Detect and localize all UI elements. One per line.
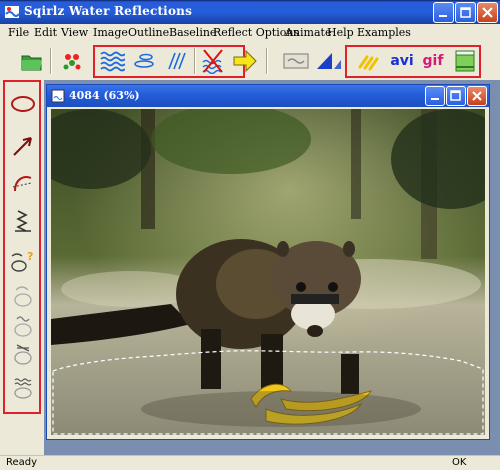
water-ripple-button[interactable] [97, 46, 127, 76]
menu-image[interactable]: Image [93, 26, 128, 39]
diagonal-lines-button[interactable] [161, 46, 191, 76]
panel-button[interactable] [450, 46, 480, 76]
image-document-window: 4084 (63%) [46, 84, 490, 440]
menu-view[interactable]: View [61, 26, 88, 39]
ripple-disabled-icon [14, 286, 32, 307]
doc-maximize-button[interactable] [446, 86, 466, 106]
perspective-button[interactable] [313, 46, 343, 76]
zigzag-tool-button[interactable] [9, 206, 37, 236]
doc-minimize-button[interactable] [425, 86, 445, 106]
ripple-dark-icon [14, 344, 32, 365]
yellow-wave-icon [358, 55, 379, 71]
ellipse-waves-icon [134, 53, 154, 68]
ellipse-waves-button[interactable] [130, 46, 160, 76]
ripple-question-icon: ? [11, 250, 33, 272]
document-title: 4084 (63%) [69, 89, 140, 102]
curve-tool-button[interactable] [9, 168, 37, 198]
ellipse-icon [11, 96, 35, 112]
ripple-gray-icon [14, 316, 32, 337]
ellipse-tool-button[interactable] [9, 89, 37, 119]
color-dots-button[interactable] [58, 46, 88, 76]
document-title-bar: 4084 (63%) [47, 85, 489, 107]
status-bar: Ready OK [0, 455, 500, 470]
zigzag-icon [15, 210, 31, 232]
coati-photo[interactable] [51, 109, 485, 435]
clear-waves-button[interactable] [198, 46, 228, 76]
svg-text:?: ? [27, 250, 33, 263]
left-toolbar: ? [0, 80, 44, 455]
document-icon [51, 89, 65, 103]
arrow-tool-button[interactable] [9, 131, 37, 161]
ripple-tool-4-button[interactable] [9, 372, 37, 402]
menu-examples[interactable]: Examples [357, 26, 411, 39]
right-arrow-icon [233, 49, 257, 73]
frame-pattern-icon [283, 53, 309, 69]
title-bar: Sqirlz Water Reflections [0, 0, 500, 24]
status-ok: OK [452, 457, 467, 468]
status-ready: Ready [6, 457, 38, 468]
cross-waves-icon [202, 49, 223, 74]
run-arrow-button[interactable] [230, 46, 260, 76]
menu-animate[interactable]: Animate [285, 26, 331, 39]
green-panel-icon [455, 50, 475, 72]
open-folder-icon [21, 55, 42, 71]
menu-bar: File Edit View Image Outline Baseline Re… [0, 24, 500, 42]
curve-icon [12, 176, 32, 192]
menu-help[interactable]: Help [327, 26, 354, 39]
ripple-waves-icon [14, 378, 32, 399]
diagonal-arrow-icon [13, 137, 32, 156]
ripple-help-tool-button[interactable]: ? [9, 245, 37, 275]
maximize-button[interactable] [455, 2, 476, 23]
open-folder-button[interactable] [17, 46, 47, 76]
menu-outline[interactable]: Outline [128, 26, 169, 39]
perspective-triangle-icon [317, 53, 341, 69]
app-icon [4, 4, 20, 20]
window-title: Sqirlz Water Reflections [24, 4, 193, 18]
doc-close-button[interactable] [467, 86, 487, 106]
ripple-tool-3-button[interactable] [9, 338, 37, 368]
gif-button[interactable]: gif [418, 46, 448, 76]
minimize-button[interactable] [433, 2, 454, 23]
diagonal-lines-icon [168, 52, 186, 70]
ripple-tool-1-button[interactable] [9, 280, 37, 310]
menu-baseline[interactable]: Baseline [169, 26, 216, 39]
avi-button[interactable]: avi [387, 46, 417, 76]
toolbar: avi gif [0, 42, 500, 81]
close-button[interactable] [477, 2, 498, 23]
ripple-tool-2-button[interactable] [9, 310, 37, 340]
color-dots-icon [63, 54, 81, 70]
menu-edit[interactable]: Edit [34, 26, 57, 39]
menu-file[interactable]: File [8, 26, 29, 39]
wavy-lines-icon [100, 51, 125, 72]
frame-pattern-button[interactable] [281, 46, 311, 76]
save-image-button[interactable] [355, 46, 385, 76]
